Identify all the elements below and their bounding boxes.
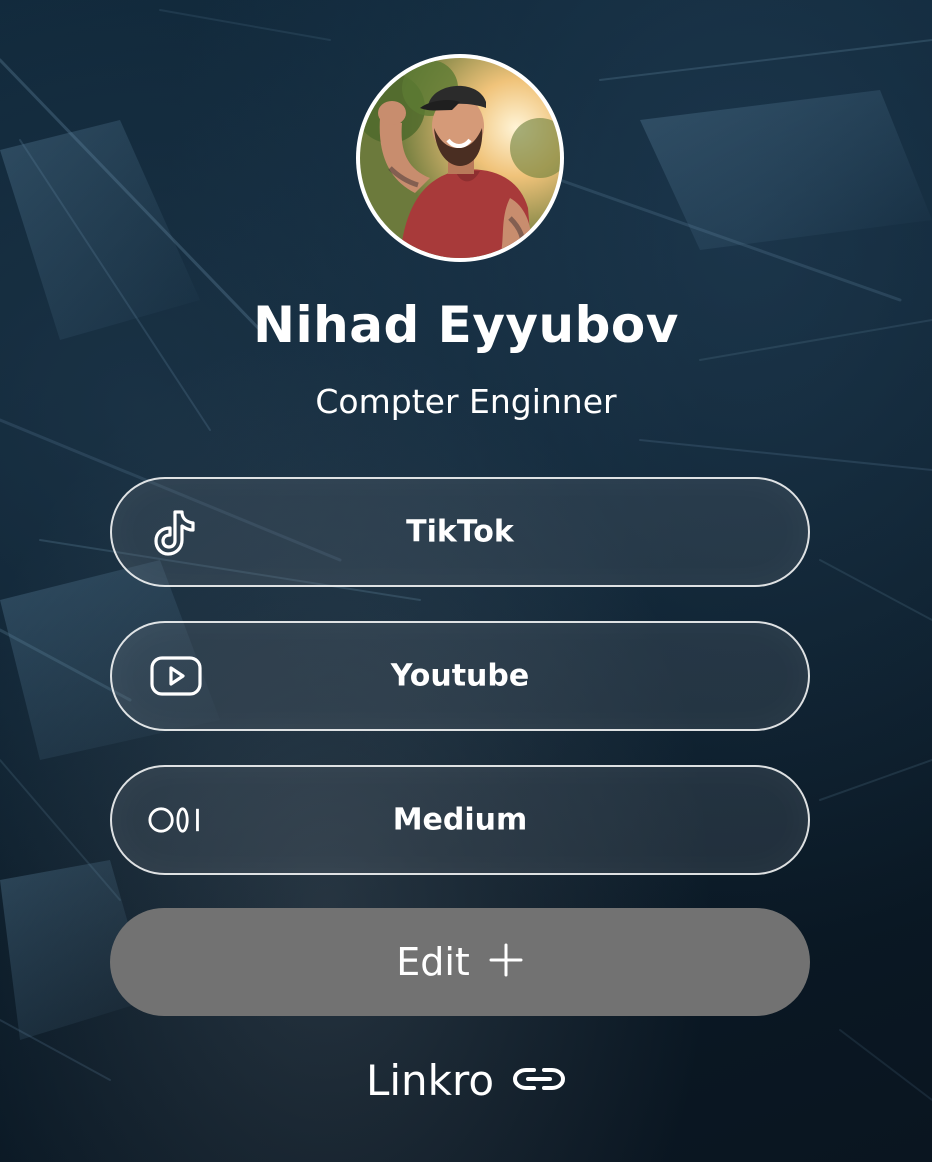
tiktok-link-button[interactable]: TikTok <box>110 477 810 587</box>
edit-button-label: Edit <box>396 940 470 984</box>
youtube-link-label: Youtube <box>390 658 530 694</box>
youtube-link-button[interactable]: Youtube <box>110 621 810 731</box>
plus-icon <box>488 942 524 982</box>
tiktok-link-label: TikTok <box>406 514 514 550</box>
brand-name: Linkro <box>365 1056 495 1105</box>
medium-link-label: Medium <box>392 802 528 838</box>
medium-link-button[interactable]: Medium <box>110 765 810 875</box>
profile-title: Compter Enginner <box>315 382 617 421</box>
avatar <box>356 54 564 262</box>
footer-brand[interactable]: Linkro <box>0 1056 932 1105</box>
profile-photo <box>360 58 560 258</box>
link-icon <box>512 1063 566 1099</box>
profile-name: Nihad Eyyubov <box>253 296 679 354</box>
edit-button[interactable]: Edit <box>110 908 810 1016</box>
